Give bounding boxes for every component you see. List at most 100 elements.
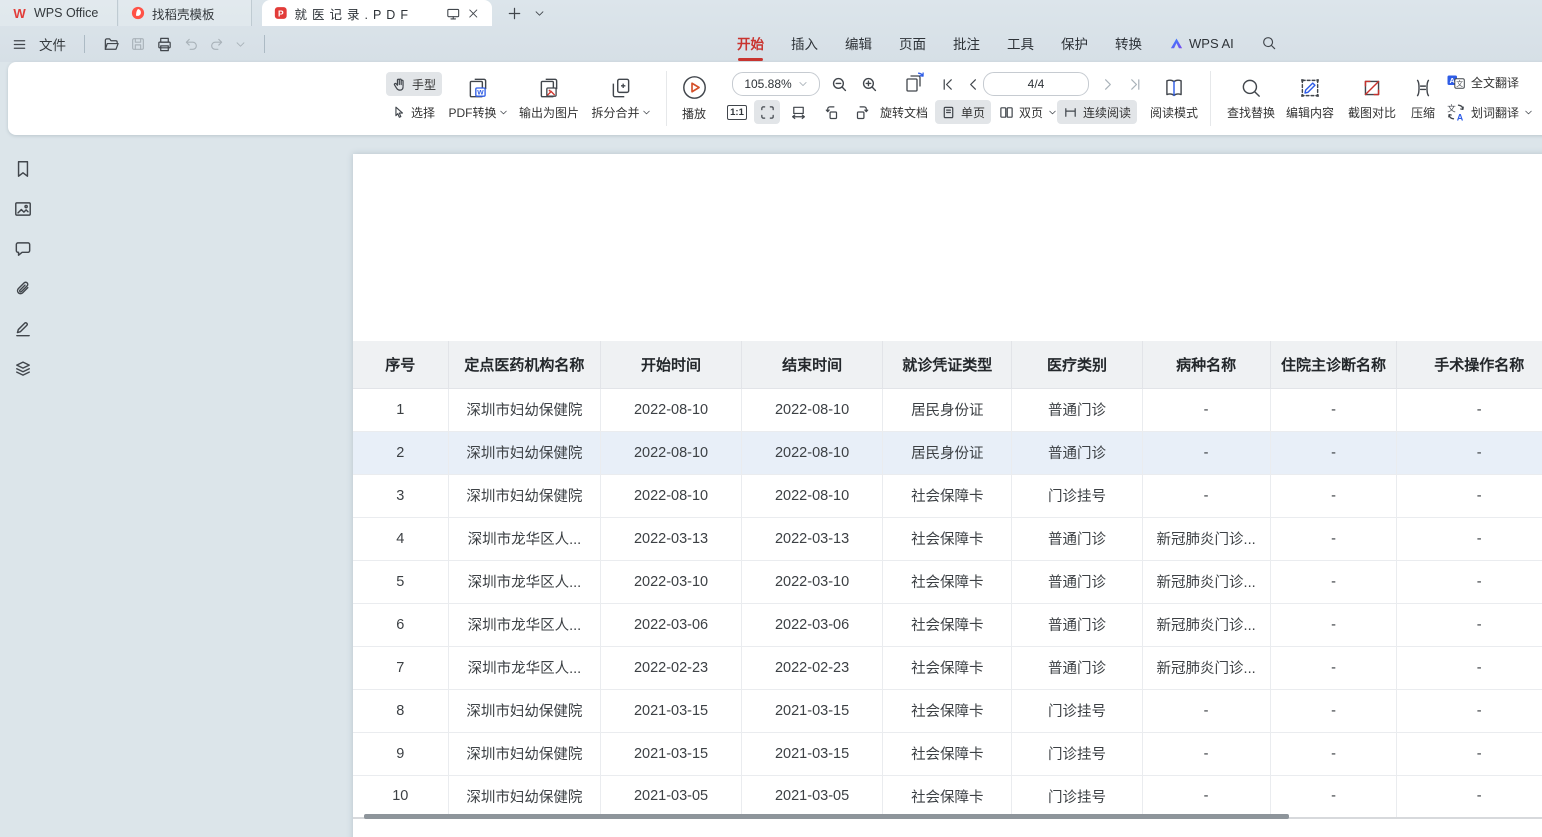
tab-wps-office[interactable]: W WPS Office xyxy=(0,0,118,26)
table-cell: 深圳市妇幼保健院 xyxy=(448,431,601,474)
zoom-level-value: 105.88% xyxy=(744,77,791,91)
single-page-button[interactable]: 单页 xyxy=(935,100,991,124)
table-cell: 社会保障卡 xyxy=(883,603,1012,646)
column-header: 开始时间 xyxy=(601,341,742,388)
menu-item-comment[interactable]: 批注 xyxy=(953,33,980,53)
split-merge-button[interactable]: 拆分合并 xyxy=(586,68,656,128)
rotate-left-button[interactable] xyxy=(818,100,844,124)
export-image-button[interactable]: 输出为图片 xyxy=(514,68,584,128)
window-chrome: W WPS Office 找稻壳模板 P 就医记录.PDF 文件 xyxy=(0,0,1542,62)
rotate-document-label-button[interactable]: 旋转文档 xyxy=(874,100,934,124)
close-icon[interactable] xyxy=(467,7,480,20)
next-page-button[interactable] xyxy=(1094,72,1120,96)
table-cell: - xyxy=(1270,388,1397,431)
table-cell: 2021-03-05 xyxy=(601,775,742,818)
menu-item-convert[interactable]: 转换 xyxy=(1115,33,1142,53)
zoom-level-select[interactable]: 105.88% xyxy=(732,72,820,96)
chevron-down-icon[interactable] xyxy=(235,39,246,50)
chevron-down-icon xyxy=(1048,108,1057,117)
split-merge-icon xyxy=(609,76,633,100)
column-header: 医疗类别 xyxy=(1012,341,1142,388)
edit-content-button[interactable]: 编辑内容 xyxy=(1275,68,1345,128)
comment-icon[interactable] xyxy=(13,239,33,259)
double-page-button[interactable]: 双页 xyxy=(993,100,1063,124)
zoom-out-icon xyxy=(831,76,848,93)
zoom-in-button[interactable] xyxy=(856,72,882,96)
open-folder-icon[interactable] xyxy=(103,36,120,53)
left-panel-rail xyxy=(0,135,45,837)
wps-ai-button[interactable]: WPS AI xyxy=(1169,36,1234,51)
first-page-button[interactable] xyxy=(934,72,960,96)
table-row: 6深圳市龙华区人...2022-03-062022-03-06社会保障卡普通门诊… xyxy=(353,603,1542,646)
menu-item-page[interactable]: 页面 xyxy=(899,33,926,53)
bookmark-icon[interactable] xyxy=(13,159,33,179)
split-merge-label: 拆分合并 xyxy=(591,104,639,121)
redo-icon[interactable] xyxy=(209,36,225,52)
select-tool-button[interactable]: 选择 xyxy=(386,100,442,124)
pdf-file-icon: P xyxy=(274,6,288,20)
column-header: 定点医药机构名称 xyxy=(448,341,601,388)
rotate-document-icon xyxy=(902,71,926,95)
table-cell: 6 xyxy=(353,603,448,646)
table-cell: 普通门诊 xyxy=(1012,431,1142,474)
menu-item-insert[interactable]: 插入 xyxy=(791,33,818,53)
tab-document[interactable]: P 就医记录.PDF xyxy=(262,0,492,26)
search-icon[interactable] xyxy=(1261,35,1277,51)
table-cell: 社会保障卡 xyxy=(883,474,1012,517)
fit-page-button[interactable] xyxy=(785,100,811,124)
fit-width-button[interactable] xyxy=(754,100,780,124)
prev-page-icon xyxy=(966,77,981,92)
menu-item-edit[interactable]: 编辑 xyxy=(845,33,872,53)
word-translate-icon: 文A xyxy=(1446,102,1466,122)
word-translate-button[interactable]: 文A 划词翻译 xyxy=(1440,100,1539,124)
column-header: 结束时间 xyxy=(741,341,883,388)
table-cell: 社会保障卡 xyxy=(883,732,1012,775)
export-image-label: 输出为图片 xyxy=(519,104,579,121)
svg-text:W: W xyxy=(477,89,484,96)
menu-item-home[interactable]: 开始 xyxy=(737,33,764,53)
table-cell: 新冠肺炎门诊... xyxy=(1142,517,1270,560)
hamburger-menu-icon[interactable] xyxy=(12,37,27,52)
table-cell: 2022-03-06 xyxy=(601,603,742,646)
table-row: 1深圳市妇幼保健院2022-08-102022-08-10居民身份证普通门诊--… xyxy=(353,388,1542,431)
new-tab-button[interactable] xyxy=(502,0,526,26)
hand-tool-button[interactable]: 手型 xyxy=(386,72,442,96)
table-cell: - xyxy=(1142,431,1270,474)
actual-size-button[interactable]: 1:1 xyxy=(724,100,750,124)
rotate-right-button[interactable] xyxy=(849,100,875,124)
thumbnail-icon[interactable] xyxy=(13,199,33,219)
layers-icon[interactable] xyxy=(13,359,33,379)
export-image-icon xyxy=(537,76,561,100)
zoom-out-button[interactable] xyxy=(826,72,852,96)
table-cell: - xyxy=(1270,517,1397,560)
cursor-icon xyxy=(392,105,406,119)
play-button[interactable]: 播放 xyxy=(659,68,729,128)
menu-bar: 开始 插入 编辑 页面 批注 工具 保护 转换 WPS AI xyxy=(737,26,1277,60)
chevron-down-icon xyxy=(499,108,508,117)
page-indicator-input[interactable]: 4/4 xyxy=(983,72,1089,96)
visits-table: 序号定点医药机构名称开始时间结束时间就诊凭证类型医疗类别病种名称住院主诊断名称手… xyxy=(353,341,1542,819)
tab-docer-templates[interactable]: 找稻壳模板 xyxy=(119,0,252,26)
print-icon[interactable] xyxy=(156,36,173,53)
table-header-row: 序号定点医药机构名称开始时间结束时间就诊凭证类型医疗类别病种名称住院主诊断名称手… xyxy=(353,341,1542,388)
continuous-reading-label: 连续阅读 xyxy=(1083,104,1131,121)
horizontal-scrollbar[interactable] xyxy=(364,814,1289,819)
single-page-label: 单页 xyxy=(961,104,985,121)
table-cell: 居民身份证 xyxy=(883,388,1012,431)
pdf-convert-button[interactable]: W PDF转换 xyxy=(443,68,513,128)
undo-icon[interactable] xyxy=(183,36,199,52)
read-mode-button[interactable]: 阅读模式 xyxy=(1142,68,1206,128)
table-cell: 普通门诊 xyxy=(1012,646,1142,689)
pdf-convert-label: PDF转换 xyxy=(448,104,496,121)
full-translate-button[interactable]: A文 全文翻译 xyxy=(1440,70,1525,94)
signature-icon[interactable] xyxy=(13,319,33,339)
monitor-icon[interactable] xyxy=(446,6,460,21)
tab-list-button[interactable] xyxy=(527,0,551,26)
menu-item-tools[interactable]: 工具 xyxy=(1007,33,1034,53)
attachment-icon[interactable] xyxy=(13,279,33,299)
menu-item-protect[interactable]: 保护 xyxy=(1061,33,1088,53)
save-icon[interactable] xyxy=(130,36,146,52)
table-cell: - xyxy=(1397,646,1542,689)
continuous-reading-button[interactable]: 连续阅读 xyxy=(1057,100,1137,124)
file-menu-button[interactable]: 文件 xyxy=(39,34,66,54)
